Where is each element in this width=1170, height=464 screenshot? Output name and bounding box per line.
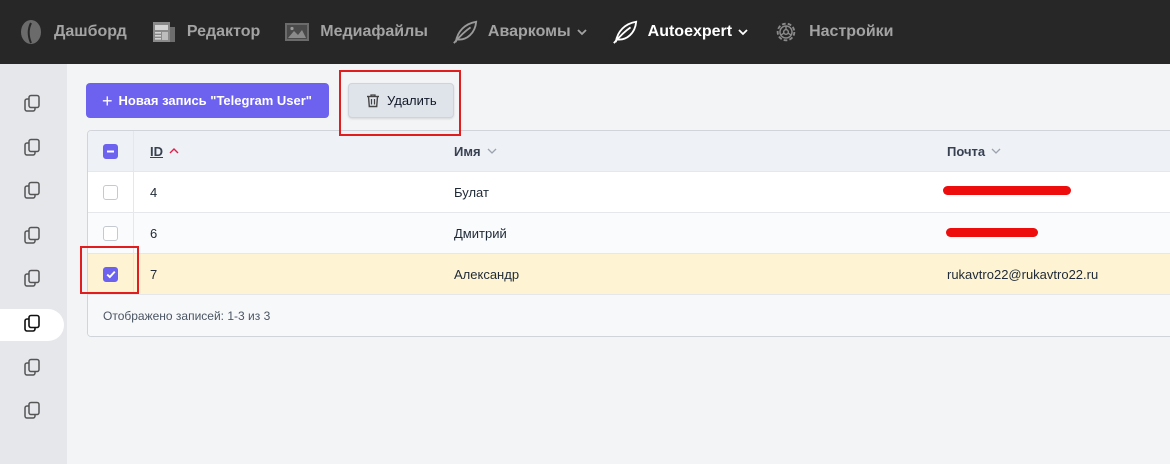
nav-item-editor[interactable]: Редактор [151, 0, 260, 64]
leaf-icon [612, 19, 638, 45]
select-all-checkbox[interactable] [103, 143, 118, 159]
copy-icon [22, 137, 42, 162]
cell-id: 4 [150, 184, 158, 200]
nav-item-label: Autoexpert [647, 23, 733, 40]
sidebar-item-7[interactable] [0, 353, 64, 385]
leaf-logo-icon [18, 19, 44, 45]
column-header-email[interactable]: Почта [947, 131, 1001, 171]
annotation-highlight-checkbox [80, 246, 139, 294]
cell-name: Булат [454, 184, 489, 200]
sidebar-item-6-active[interactable] [0, 309, 64, 341]
table-row[interactable]: 7 Александр rukavtro22@rukavtro22.ru [88, 254, 1170, 295]
redaction-mark [946, 228, 1038, 237]
copy-icon [22, 93, 42, 118]
nav-item-dashboard[interactable]: Дашборд [18, 0, 127, 64]
sort-ascending-icon [169, 147, 179, 155]
image-icon [284, 19, 310, 45]
sidebar-item-8[interactable] [0, 396, 64, 428]
copy-icon [22, 225, 42, 250]
redaction-mark [943, 186, 1071, 195]
cell-id: 7 [150, 266, 158, 282]
sidebar-item-5[interactable] [0, 264, 64, 296]
table-footer: Отображено записей: 1-3 из 3 [88, 295, 1170, 336]
copy-icon [22, 313, 42, 338]
copy-icon [22, 357, 42, 382]
cell-name: Дмитрий [454, 225, 507, 241]
main-content: + Новая запись "Telegram User" Удалить I… [67, 64, 1170, 464]
nav-item-label: Редактор [186, 23, 261, 40]
gear-icon [773, 19, 799, 45]
cell-id: 6 [150, 225, 158, 241]
chevron-down-icon [576, 26, 588, 38]
chevron-down-icon [737, 26, 749, 38]
nav-item-settings[interactable]: Настройки [773, 0, 894, 64]
records-count: Отображено записей: 1-3 из 3 [103, 309, 271, 323]
leaf-icon [452, 19, 478, 45]
sidebar-item-4[interactable] [0, 221, 64, 253]
table-row[interactable]: 4 Булат [88, 172, 1170, 213]
cell-email: rukavtro22@rukavtro22.ru [947, 266, 1099, 282]
table-header-row: ID Имя Почта [88, 131, 1170, 172]
column-header-name[interactable]: Имя [454, 131, 497, 171]
top-navigation: Дашборд Редактор Медиафайлы Аваркомы Aut… [0, 0, 1170, 64]
cell-name: Александр [454, 266, 520, 282]
chevron-down-icon [991, 147, 1001, 155]
sidebar-item-2[interactable] [0, 133, 64, 165]
sidebar [0, 64, 67, 464]
sidebar-item-1[interactable] [0, 89, 64, 121]
nav-item-media[interactable]: Медиафайлы [284, 0, 428, 64]
nav-item-label: Настройки [809, 23, 894, 40]
chevron-down-icon [487, 147, 497, 155]
plus-icon: + [102, 90, 113, 111]
annotation-highlight-delete [339, 70, 461, 136]
new-record-label: Новая запись "Telegram User" [118, 93, 312, 108]
nav-item-label: Медиафайлы [320, 23, 428, 40]
row-checkbox[interactable] [103, 225, 118, 241]
row-checkbox[interactable] [103, 184, 118, 200]
nav-item-autoexpert[interactable]: Autoexpert [612, 0, 749, 64]
copy-icon [22, 180, 42, 205]
copy-icon [22, 400, 42, 425]
nav-item-label: Аваркомы [487, 23, 571, 40]
nav-item-label: Дашборд [54, 23, 127, 40]
newspaper-icon [151, 19, 177, 45]
records-table: ID Имя Почта 4 Булат 6 Дмитрий 7 Алексан… [87, 130, 1170, 337]
sidebar-item-3[interactable] [0, 176, 64, 208]
new-record-button[interactable]: + Новая запись "Telegram User" [86, 83, 329, 118]
table-row[interactable]: 6 Дмитрий [88, 213, 1170, 254]
nav-item-avarkomy[interactable]: Аваркомы [452, 0, 588, 64]
copy-icon [22, 268, 42, 293]
column-header-id[interactable]: ID [150, 131, 179, 171]
